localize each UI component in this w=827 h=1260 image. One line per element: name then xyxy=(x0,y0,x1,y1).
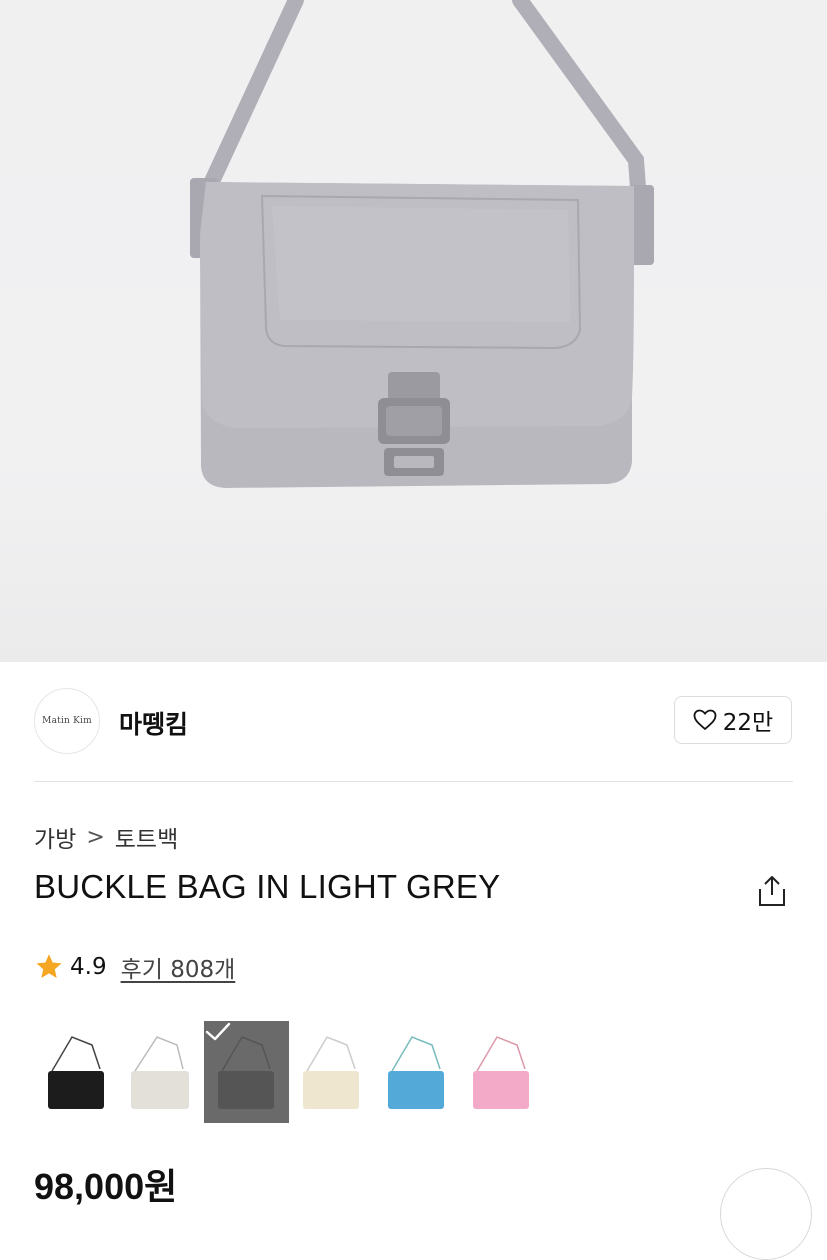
brand-logo[interactable]: Matin Kim xyxy=(34,688,100,754)
color-swatch-pink[interactable] xyxy=(459,1021,544,1123)
brand-row: Matin Kim 마뗑킴 22만 xyxy=(34,688,794,754)
rating-row: 4.9 후기 808개 xyxy=(34,950,235,984)
color-swatch-blue[interactable] xyxy=(374,1021,459,1123)
color-swatch-ivory[interactable] xyxy=(119,1021,204,1123)
floating-button[interactable] xyxy=(720,1168,812,1260)
product-image[interactable] xyxy=(0,0,827,662)
bag-thumbnail xyxy=(473,1036,529,1109)
like-button[interactable]: 22만 xyxy=(674,696,792,744)
like-count: 22만 xyxy=(722,710,774,736)
breadcrumb-separator: > xyxy=(86,824,105,850)
breadcrumb-subcategory[interactable]: 토트백 xyxy=(115,820,178,854)
color-swatch-black[interactable] xyxy=(34,1021,119,1123)
rating-score: 4.9 xyxy=(70,954,107,980)
share-icon[interactable] xyxy=(756,874,788,908)
color-options xyxy=(34,1021,544,1123)
bag-illustration xyxy=(190,0,654,488)
bag-thumbnail xyxy=(48,1036,104,1109)
bag-thumbnail xyxy=(303,1036,359,1109)
divider xyxy=(34,781,793,782)
breadcrumb-category[interactable]: 가방 xyxy=(34,820,76,854)
bag-thumbnail xyxy=(388,1036,444,1109)
review-link[interactable]: 후기 808개 xyxy=(121,950,236,984)
check-icon xyxy=(205,1022,231,1041)
star-icon xyxy=(36,954,62,978)
breadcrumb: 가방 > 토트백 xyxy=(34,820,178,854)
color-swatch-grey[interactable] xyxy=(204,1021,289,1123)
bag-thumbnail xyxy=(131,1036,189,1109)
color-swatch-cream[interactable] xyxy=(289,1021,374,1123)
heart-icon xyxy=(693,709,717,731)
product-title: BUCKLE BAG IN LIGHT GREY xyxy=(34,868,501,905)
brand-name[interactable]: 마뗑킴 xyxy=(119,705,188,741)
product-price: 98,000원 xyxy=(34,1166,178,1207)
